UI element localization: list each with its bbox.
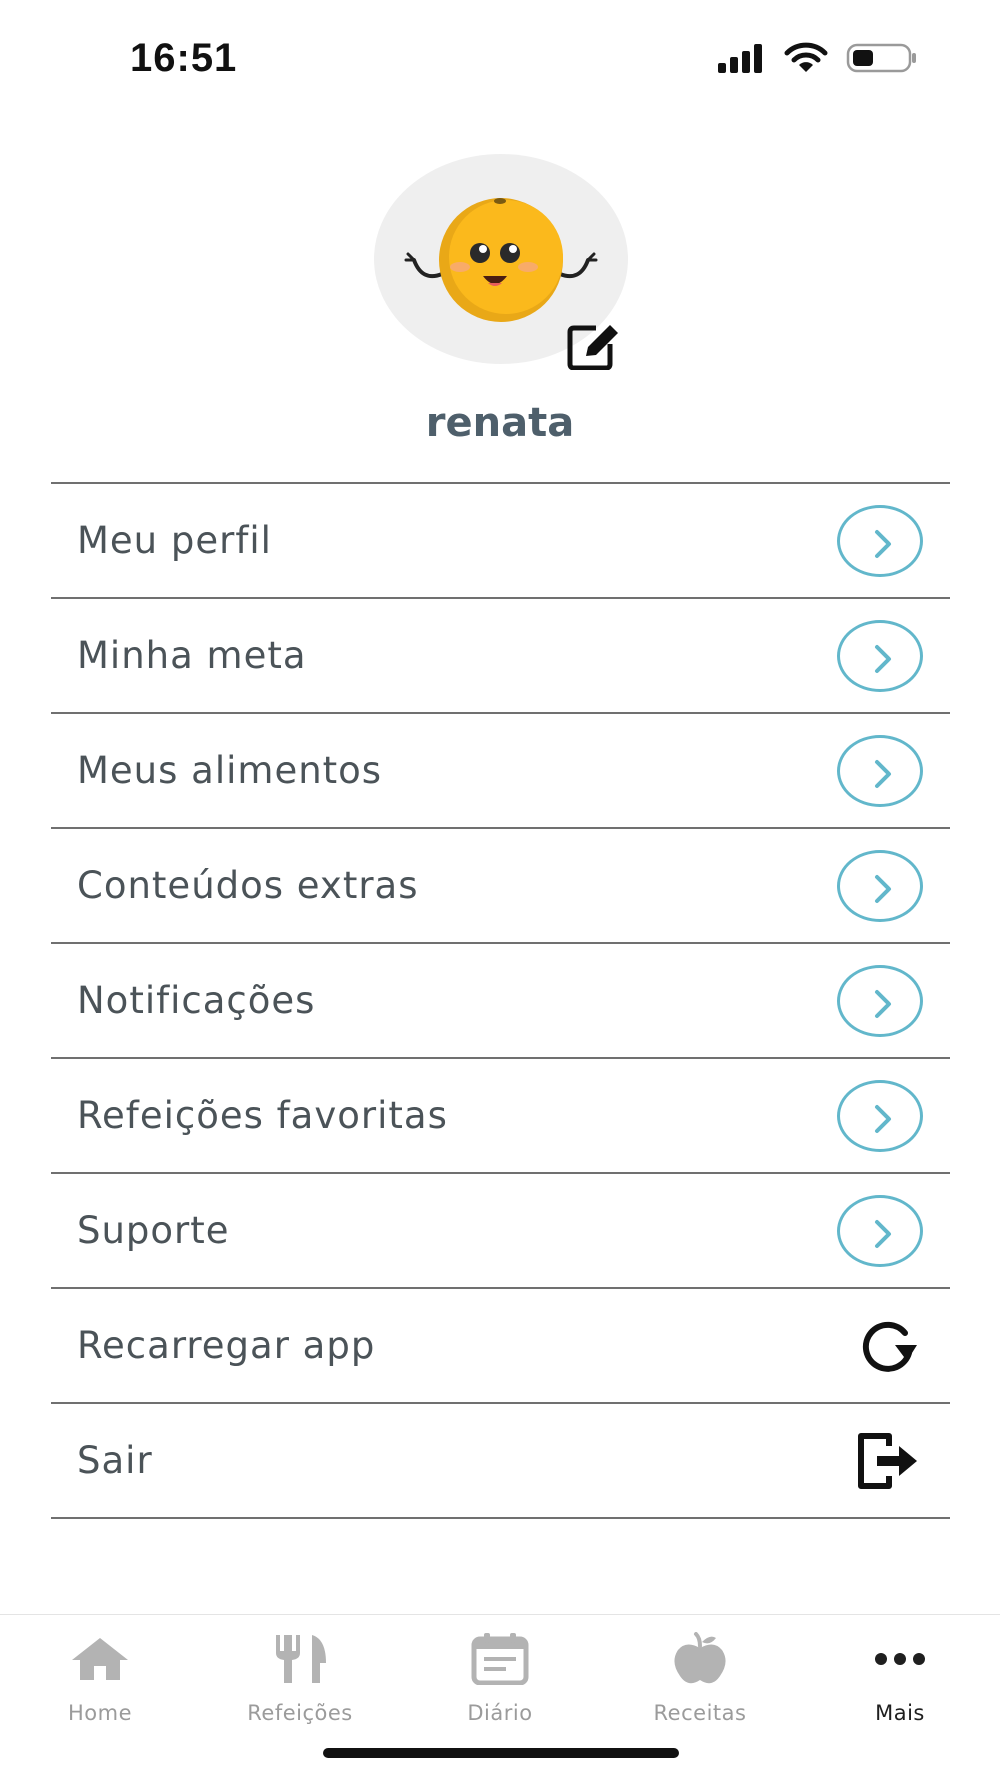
chevron-right-circle-icon[interactable] bbox=[837, 735, 923, 807]
status-time: 16:51 bbox=[130, 36, 238, 80]
nav-item-diario[interactable]: Diário bbox=[420, 1629, 580, 1725]
menu-item-label: Suporte bbox=[77, 1209, 230, 1252]
calendar-icon bbox=[471, 1633, 529, 1685]
battery-icon bbox=[846, 43, 916, 73]
status-icons bbox=[716, 42, 918, 74]
edit-icon[interactable] bbox=[566, 322, 622, 370]
chevron-right-circle-icon[interactable] bbox=[837, 620, 923, 692]
settings-menu: Meu perfil Minha meta Meus alimentos Con… bbox=[51, 482, 950, 1519]
apple-icon bbox=[674, 1632, 726, 1684]
nav-label: Refeições bbox=[247, 1701, 353, 1725]
menu-item-label: Sair bbox=[77, 1439, 153, 1482]
menu-item-label: Recarregar app bbox=[77, 1324, 376, 1367]
menu-item-minha-meta[interactable]: Minha meta bbox=[51, 599, 950, 714]
reload-icon[interactable] bbox=[851, 1313, 923, 1379]
nav-item-home[interactable]: Home bbox=[20, 1629, 180, 1725]
menu-item-label: Minha meta bbox=[77, 634, 307, 677]
cellular-signal-icon bbox=[718, 44, 762, 73]
status-bar: 16:51 bbox=[0, 0, 1000, 120]
chevron-right-circle-icon[interactable] bbox=[837, 505, 923, 577]
screen: 16:51 renata Meu perfil Minha meta Meus … bbox=[0, 0, 1000, 1778]
menu-item-recarregar-app[interactable]: Recarregar app bbox=[51, 1289, 950, 1404]
menu-item-suporte[interactable]: Suporte bbox=[51, 1174, 950, 1289]
nav-item-mais[interactable]: Mais bbox=[820, 1629, 980, 1725]
menu-item-refeicoes-favoritas[interactable]: Refeições favoritas bbox=[51, 1059, 950, 1174]
menu-item-conteudos-extras[interactable]: Conteúdos extras bbox=[51, 829, 950, 944]
more-dots-icon bbox=[875, 1653, 925, 1665]
chevron-right-circle-icon[interactable] bbox=[837, 850, 923, 922]
chevron-right-circle-icon[interactable] bbox=[837, 1080, 923, 1152]
menu-item-meu-perfil[interactable]: Meu perfil bbox=[51, 484, 950, 599]
nav-label: Diário bbox=[467, 1701, 533, 1725]
avatar[interactable] bbox=[374, 154, 628, 370]
chevron-right-circle-icon[interactable] bbox=[837, 1195, 923, 1267]
chevron-right-circle-icon[interactable] bbox=[837, 965, 923, 1037]
orange-mascot-icon bbox=[404, 198, 598, 322]
menu-item-label: Meus alimentos bbox=[77, 749, 383, 792]
home-indicator[interactable] bbox=[323, 1748, 679, 1758]
menu-item-label: Notificações bbox=[77, 979, 316, 1022]
menu-item-meus-alimentos[interactable]: Meus alimentos bbox=[51, 714, 950, 829]
menu-item-sair[interactable]: Sair bbox=[51, 1404, 950, 1519]
nav-label: Home bbox=[67, 1701, 132, 1725]
menu-item-label: Meu perfil bbox=[77, 519, 272, 562]
menu-item-label: Refeições favoritas bbox=[77, 1094, 448, 1137]
fork-knife-icon bbox=[276, 1635, 326, 1683]
nav-item-refeicoes[interactable]: Refeições bbox=[220, 1629, 380, 1725]
nav-item-receitas[interactable]: Receitas bbox=[620, 1629, 780, 1725]
menu-item-label: Conteúdos extras bbox=[77, 864, 419, 907]
menu-item-notificacoes[interactable]: Notificações bbox=[51, 944, 950, 1059]
logout-icon[interactable] bbox=[851, 1428, 923, 1494]
nav-label: Mais bbox=[875, 1701, 925, 1725]
username: renata bbox=[425, 400, 575, 446]
home-icon bbox=[72, 1638, 128, 1680]
nav-label: Receitas bbox=[653, 1701, 747, 1725]
wifi-icon bbox=[784, 42, 828, 72]
